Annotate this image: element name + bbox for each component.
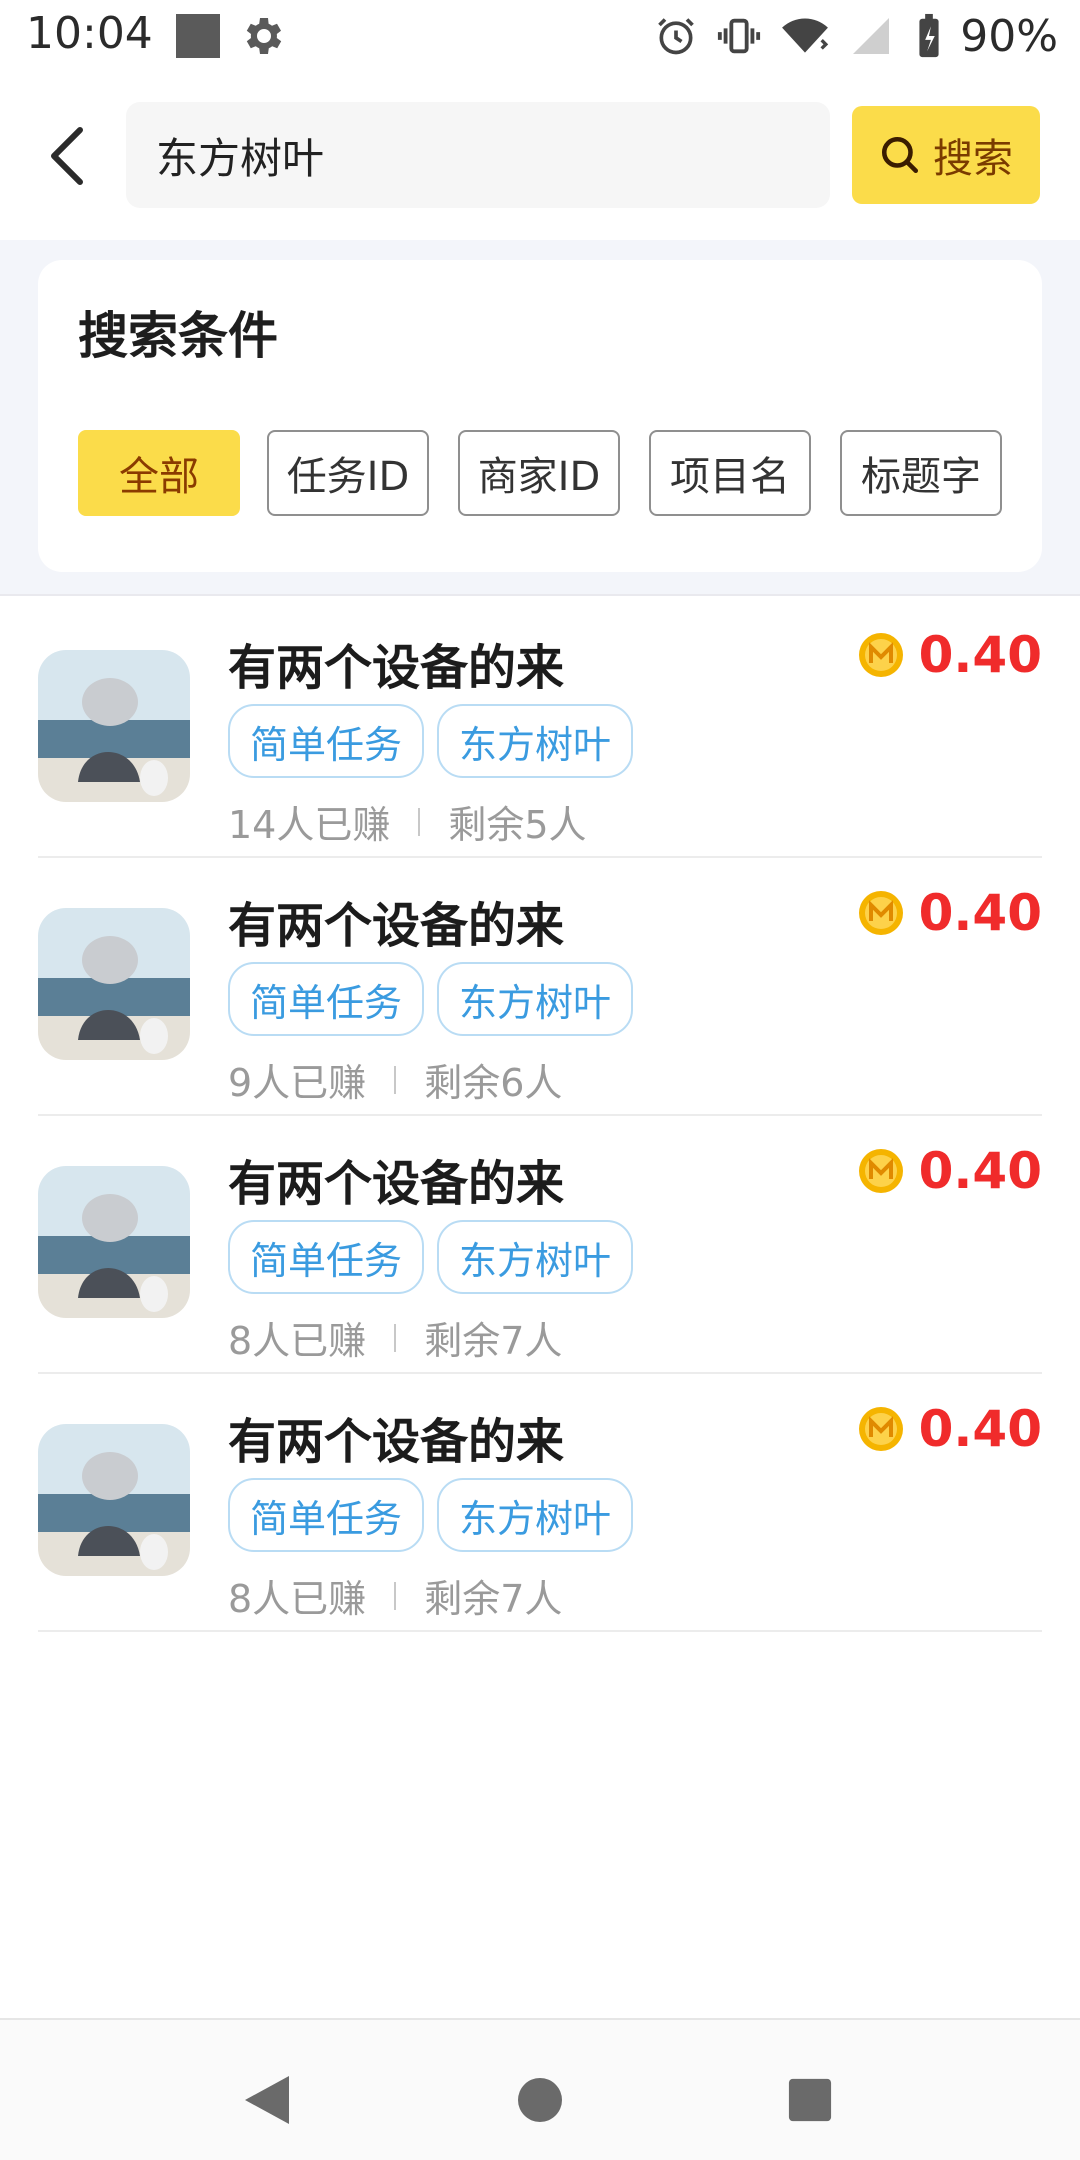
vibrate-icon bbox=[718, 18, 761, 54]
search-input[interactable] bbox=[156, 102, 796, 208]
chip-all[interactable]: 全部 bbox=[78, 430, 240, 516]
chip-title-word[interactable]: 标题字 bbox=[840, 430, 1002, 516]
reward-amount: 0.40 bbox=[918, 1142, 1042, 1200]
status-time: 10:04 bbox=[26, 8, 153, 59]
back-button[interactable] bbox=[28, 116, 108, 196]
task-row[interactable]: 有两个设备的来 0.40 简单任务 东方树叶 8人已赚 剩余7人 bbox=[0, 1374, 1080, 1632]
task-thumbnail bbox=[38, 650, 190, 802]
task-reward: 0.40 bbox=[857, 1400, 1042, 1458]
meta-divider bbox=[394, 1323, 397, 1352]
meta-divider bbox=[418, 807, 421, 836]
coin-icon bbox=[858, 633, 903, 677]
task-thumbnail bbox=[38, 1424, 190, 1576]
earned-count: 14人已赚 bbox=[228, 803, 391, 847]
meta-divider bbox=[394, 1581, 397, 1610]
task-meta: 14人已赚 剩余5人 bbox=[228, 794, 587, 849]
task-tag: 东方树叶 bbox=[437, 962, 634, 1036]
search-button[interactable]: 搜索 bbox=[852, 106, 1040, 204]
search-box bbox=[126, 102, 830, 208]
coin-icon bbox=[858, 891, 903, 935]
remaining-count: 剩余7人 bbox=[424, 1577, 563, 1621]
earned-count: 8人已赚 bbox=[228, 1577, 367, 1621]
nav-recents-button[interactable] bbox=[770, 2060, 850, 2140]
nav-home-button[interactable] bbox=[500, 2060, 580, 2140]
task-meta: 8人已赚 剩余7人 bbox=[228, 1568, 562, 1623]
search-button-label: 搜索 bbox=[933, 136, 1013, 182]
image-icon bbox=[176, 14, 220, 58]
task-row[interactable]: 有两个设备的来 0.40 简单任务 东方树叶 8人已赚 剩余7人 bbox=[0, 1116, 1080, 1374]
reward-amount: 0.40 bbox=[918, 626, 1042, 684]
task-title: 有两个设备的来 bbox=[228, 1156, 565, 1212]
status-icons: 90% bbox=[654, 8, 1058, 64]
earned-count: 8人已赚 bbox=[228, 1319, 367, 1363]
battery-level: 90% bbox=[960, 10, 1058, 62]
battery-icon bbox=[919, 13, 939, 58]
task-reward: 0.40 bbox=[857, 884, 1042, 942]
navigation-bar bbox=[0, 2018, 1080, 2160]
chip-project-name[interactable]: 项目名 bbox=[649, 430, 811, 516]
search-header: 搜索 bbox=[0, 72, 1080, 240]
meta-divider bbox=[394, 1065, 397, 1094]
back-arrow-icon bbox=[51, 127, 83, 185]
remaining-count: 剩余6人 bbox=[424, 1061, 563, 1105]
row-divider bbox=[38, 1630, 1042, 1632]
task-reward: 0.40 bbox=[857, 1142, 1042, 1200]
criteria-title: 搜索条件 bbox=[78, 307, 278, 365]
task-tag: 简单任务 bbox=[228, 704, 425, 778]
search-criteria-card: 搜索条件 全部 任务ID 商家ID 项目名 标题字 bbox=[38, 260, 1042, 572]
task-tag: 东方树叶 bbox=[437, 1220, 634, 1294]
task-thumbnail bbox=[38, 1166, 190, 1318]
task-tag: 简单任务 bbox=[228, 1478, 425, 1552]
status-bar: 10:04 90% bbox=[0, 0, 1080, 72]
search-icon bbox=[881, 136, 919, 174]
remaining-count: 剩余7人 bbox=[424, 1319, 563, 1363]
gear-icon bbox=[246, 18, 282, 54]
reward-amount: 0.40 bbox=[918, 884, 1042, 942]
alarm-icon bbox=[658, 18, 694, 55]
remaining-count: 剩余5人 bbox=[448, 803, 587, 847]
task-thumbnail bbox=[38, 908, 190, 1060]
task-row[interactable]: 有两个设备的来 0.40 简单任务 东方树叶 14人已赚 剩余5人 bbox=[0, 600, 1080, 858]
task-row[interactable]: 有两个设备的来 0.40 简单任务 东方树叶 9人已赚 剩余6人 bbox=[0, 858, 1080, 1116]
back-triangle-icon bbox=[245, 2076, 289, 2124]
task-search-page: 10:04 90% 东方树叶 搜索 搜索条件 全部 任务ID 商家ID 项目名 … bbox=[0, 0, 1080, 2160]
task-tag: 简单任务 bbox=[228, 962, 425, 1036]
task-title: 有两个设备的来 bbox=[228, 640, 565, 696]
task-list: 有两个设备的来 0.40 简单任务 东方树叶 14人已赚 剩余5人 有两个设备的… bbox=[0, 600, 1080, 1632]
task-tag: 东方树叶 bbox=[437, 704, 634, 778]
task-reward: 0.40 bbox=[857, 626, 1042, 684]
chip-merchant-id[interactable]: 商家ID bbox=[458, 430, 620, 516]
task-meta: 9人已赚 剩余6人 bbox=[228, 1052, 562, 1107]
signal-icon bbox=[853, 18, 890, 54]
home-circle-icon bbox=[518, 2078, 562, 2122]
task-title: 有两个设备的来 bbox=[228, 1414, 565, 1470]
nav-back-button[interactable] bbox=[227, 2060, 307, 2140]
task-tag: 简单任务 bbox=[228, 1220, 425, 1294]
recents-square-icon bbox=[788, 2078, 832, 2122]
chip-task-id[interactable]: 任务ID bbox=[267, 430, 429, 516]
reward-amount: 0.40 bbox=[918, 1400, 1042, 1458]
task-meta: 8人已赚 剩余7人 bbox=[228, 1310, 562, 1365]
earned-count: 9人已赚 bbox=[228, 1061, 367, 1105]
coin-icon bbox=[858, 1149, 903, 1193]
task-tag: 东方树叶 bbox=[437, 1478, 634, 1552]
wifi-icon bbox=[782, 18, 829, 53]
coin-icon bbox=[858, 1407, 903, 1451]
task-title: 有两个设备的来 bbox=[228, 898, 565, 954]
